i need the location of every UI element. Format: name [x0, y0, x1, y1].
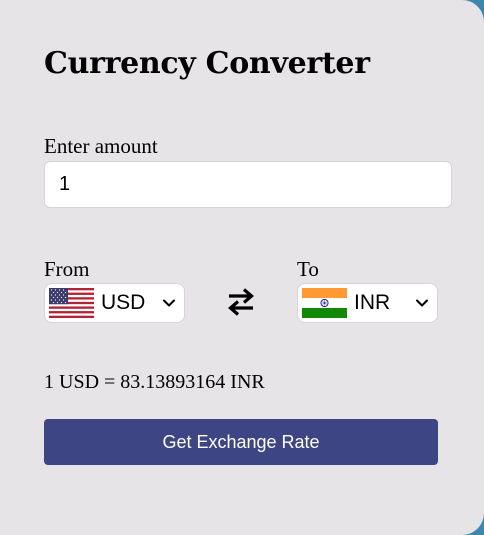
us-flag-icon: [49, 288, 94, 318]
chevron-down-icon: [163, 299, 175, 307]
page-title: Currency Converter: [44, 46, 370, 81]
chevron-down-icon: [416, 299, 428, 307]
from-currency-code: USD: [101, 291, 146, 314]
from-currency-select[interactable]: USD: [44, 283, 185, 323]
converter-card: Currency Converter Enter amount From USD: [0, 0, 484, 535]
amount-input[interactable]: [44, 161, 452, 208]
to-currency-code: INR: [354, 291, 391, 314]
swap-arrows-icon[interactable]: [226, 286, 256, 318]
to-label: To: [297, 257, 319, 281]
amount-label: Enter amount: [44, 134, 158, 158]
exchange-rate-result: 1 USD = 83.13893164 INR: [44, 371, 265, 393]
india-flag-icon: [302, 288, 347, 318]
get-exchange-rate-button[interactable]: Get Exchange Rate: [44, 419, 438, 465]
from-label: From: [44, 257, 90, 281]
to-currency-select[interactable]: INR: [297, 283, 438, 323]
